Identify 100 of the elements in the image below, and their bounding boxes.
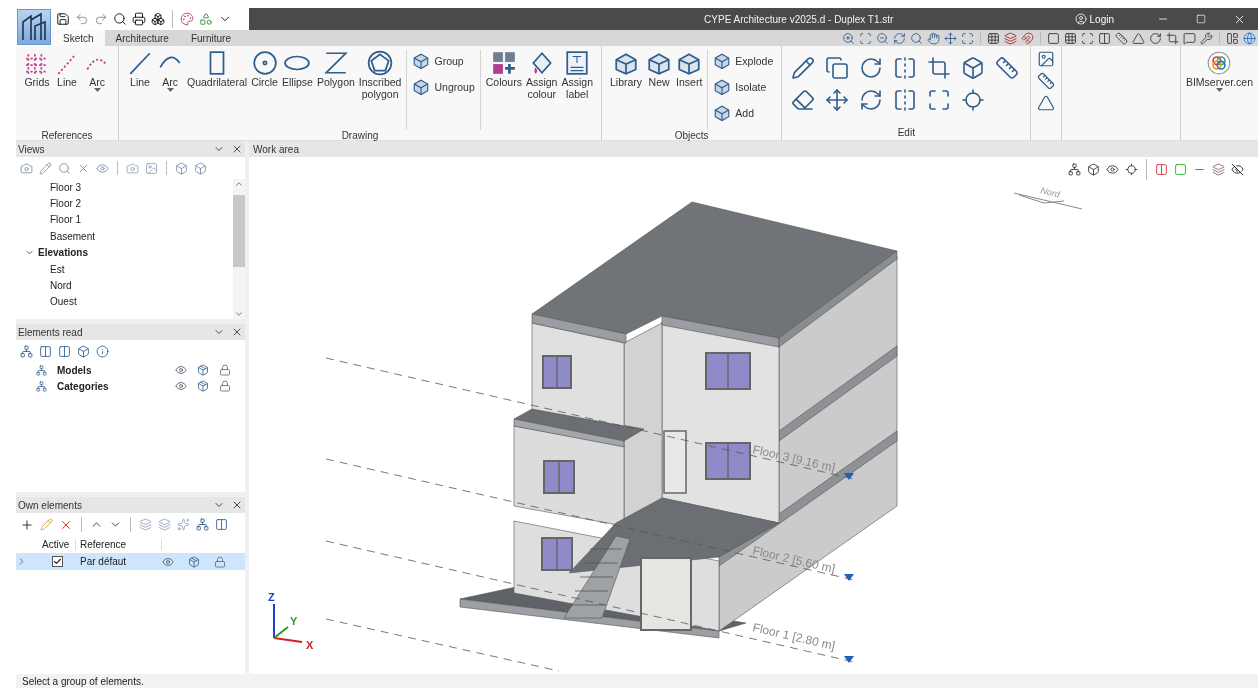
ribbon-button[interactable]: Assign colour: [523, 50, 560, 100]
element-item[interactable]: Categories: [57, 380, 165, 392]
snap-tool-icon[interactable]: [1149, 31, 1162, 45]
table-row[interactable]: Par défaut: [16, 553, 245, 570]
element-tool-icon[interactable]: [196, 518, 209, 531]
ribbon-button[interactable]: Polygon: [314, 50, 357, 88]
element-tool-icon[interactable]: [215, 518, 228, 531]
ribbon-button[interactable]: Assign label: [559, 50, 595, 100]
lock-icon[interactable]: [219, 380, 231, 392]
snap-tool-icon[interactable]: [1081, 31, 1094, 45]
redo-icon[interactable]: [94, 12, 108, 26]
element-tool-icon[interactable]: [96, 344, 109, 358]
printer-icon[interactable]: [132, 12, 146, 26]
layers-icon[interactable]: [1212, 163, 1225, 176]
ribbon-button[interactable]: Line: [125, 50, 155, 88]
snap-tool-icon[interactable]: [1115, 31, 1128, 45]
ribbon-button[interactable]: Grids: [22, 50, 52, 88]
cube-icon[interactable]: [197, 364, 209, 376]
angle-icon[interactable]: [1037, 94, 1056, 112]
ribbon-tab[interactable]: Architecture: [104, 30, 180, 46]
element-tool-icon[interactable]: [58, 344, 71, 358]
tree-item[interactable]: Elevations: [16, 244, 233, 261]
element-tool-icon[interactable]: [77, 344, 90, 358]
close-icon[interactable]: [231, 326, 243, 338]
ribbon-button[interactable]: Ungroup: [410, 76, 477, 98]
ruler-icon[interactable]: [1037, 72, 1056, 90]
checkbox[interactable]: [52, 555, 63, 567]
snap-tool-icon[interactable]: [1047, 31, 1060, 45]
ribbon-button[interactable]: Library: [607, 50, 645, 88]
undo-icon[interactable]: [75, 12, 89, 26]
snap-tool-icon[interactable]: [1064, 31, 1077, 45]
snap-tool-icon[interactable]: [1200, 31, 1213, 45]
boxes-icon[interactable]: [151, 12, 165, 26]
layers-icon[interactable]: [1004, 31, 1017, 45]
snap-tool-icon[interactable]: [1183, 31, 1196, 45]
element-item[interactable]: Models: [57, 364, 165, 376]
element-tool-icon[interactable]: [39, 344, 52, 358]
ribbon-button[interactable]: Isolate: [711, 76, 769, 98]
eye-icon[interactable]: [175, 364, 187, 376]
login-button[interactable]: Login: [1068, 12, 1120, 26]
tree-item[interactable]: Est: [16, 260, 233, 278]
save-icon[interactable]: [56, 12, 70, 26]
close-icon[interactable]: [231, 143, 243, 155]
cube-icon[interactable]: [197, 380, 209, 392]
globe-icon[interactable]: [1243, 31, 1256, 45]
tree-item[interactable]: Floor 1: [16, 211, 233, 229]
column-header: Active: [38, 539, 76, 550]
tree-item[interactable]: Floor 2: [16, 195, 233, 212]
ribbon-button[interactable]: Insert: [674, 50, 705, 88]
grid-icon[interactable]: [987, 31, 1000, 45]
view-tool-icon[interactable]: [1068, 163, 1081, 176]
view-tool-icon[interactable]: [1106, 163, 1119, 176]
cube-icon[interactable]: [194, 161, 207, 175]
element-tool-icon[interactable]: [20, 344, 33, 358]
snap-tool-icon[interactable]: [1098, 31, 1111, 45]
tree-item[interactable]: Nord: [16, 277, 233, 294]
cube-icon: [412, 52, 431, 70]
palette-icon[interactable]: [180, 12, 194, 26]
app-logo-icon[interactable]: [17, 9, 51, 45]
scroll-down-icon[interactable]: [234, 309, 244, 319]
ribbon-button[interactable]: Add: [711, 102, 757, 124]
lock-icon[interactable]: [219, 364, 231, 376]
magnet-icon[interactable]: [1021, 31, 1034, 45]
view-tool-icon[interactable]: [1125, 163, 1138, 176]
ribbon-tab[interactable]: Sketch: [52, 30, 105, 46]
tree-item[interactable]: Floor 3: [16, 179, 233, 196]
tree-item[interactable]: Ouest: [16, 293, 233, 311]
add-icon[interactable]: [20, 517, 34, 532]
ribbon-button[interactable]: Ellipse: [279, 50, 315, 88]
panel-title: Views: [18, 143, 46, 155]
layout-icon[interactable]: [1226, 31, 1239, 45]
panel-title: Own elements: [18, 499, 83, 511]
cube-icon[interactable]: [175, 161, 188, 175]
section-icon[interactable]: [1155, 163, 1168, 176]
scrollbar[interactable]: [233, 179, 245, 319]
plane-icon[interactable]: [1174, 163, 1187, 176]
close-icon[interactable]: [231, 499, 243, 511]
ribbon-button[interactable]: New: [644, 50, 675, 88]
ribbon-button[interactable]: Line: [52, 50, 82, 88]
ribbon-button[interactable]: Arc: [82, 50, 112, 92]
scroll-up-icon[interactable]: [234, 179, 244, 189]
ribbon-button[interactable]: Group: [410, 50, 466, 72]
ribbon-button[interactable]: Explode: [711, 50, 776, 72]
tree-item[interactable]: Basement: [16, 228, 233, 245]
ribbon-button[interactable]: Quadrilateral: [185, 50, 250, 88]
bimserver-button[interactable]: BIMserver.cen: [1183, 50, 1255, 92]
search-icon[interactable]: [113, 12, 127, 26]
eye-icon[interactable]: [175, 380, 187, 392]
ribbon-button[interactable]: Colours: [483, 50, 524, 88]
snap-tool-icon[interactable]: [1166, 31, 1179, 45]
label-tool-icon[interactable]: [1037, 50, 1056, 68]
view-tool-icon[interactable]: [944, 31, 957, 45]
shapes-icon[interactable]: [199, 12, 213, 26]
view-tool-icon[interactable]: [1087, 163, 1100, 176]
hide-icon[interactable]: [1231, 163, 1244, 176]
ribbon-tab[interactable]: Furniture: [179, 30, 242, 46]
ribbon-button[interactable]: Circle: [249, 50, 280, 88]
ribbon-button[interactable]: Arc: [155, 50, 185, 92]
snap-tool-icon[interactable]: [1132, 31, 1145, 45]
ribbon-button[interactable]: Inscribed polygon: [356, 50, 404, 100]
